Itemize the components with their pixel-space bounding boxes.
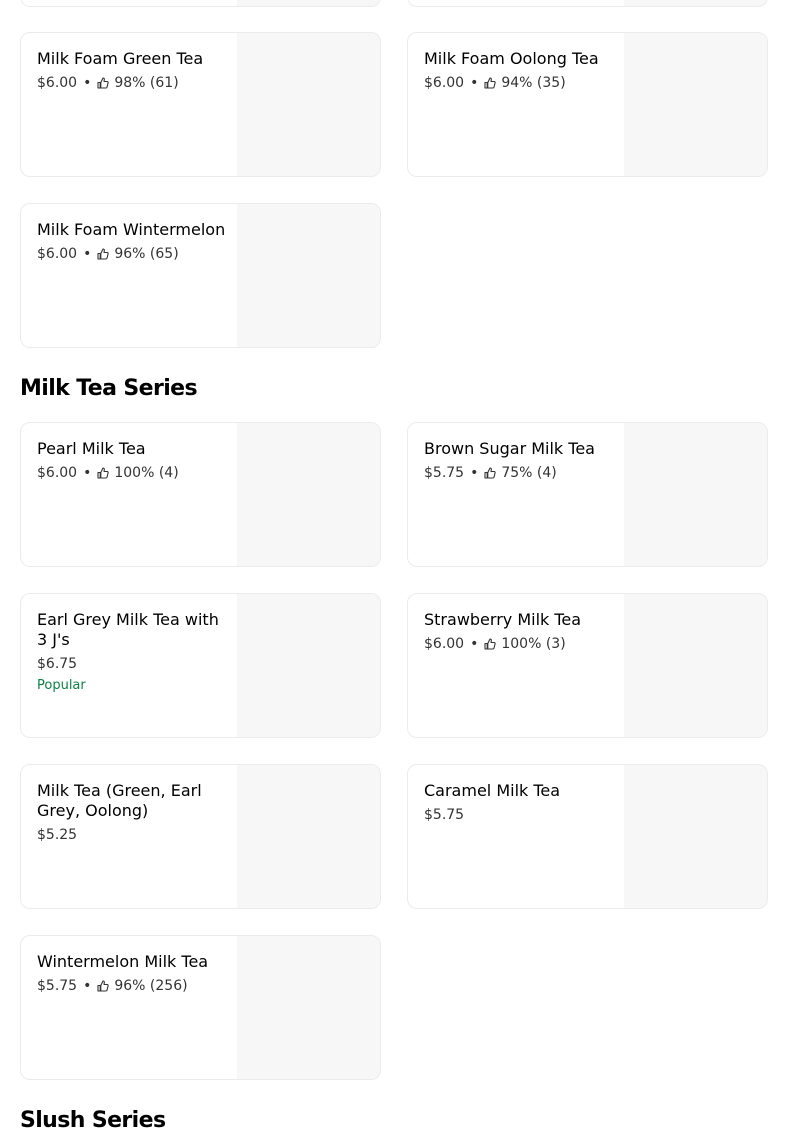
menu-item-price: $6.00: [37, 246, 78, 262]
menu-item-name: Wintermelon Milk Tea: [37, 952, 209, 971]
menu-item-name: Milk Foam Green Tea: [37, 49, 204, 68]
menu-item-name: Milk Foam Wintermelon: [37, 220, 226, 239]
menu-item-rating: 96% (256): [114, 978, 188, 994]
menu-item-meta: $5.75: [424, 806, 614, 824]
menu-item-image: [237, 204, 380, 347]
menu-item-card[interactable]: Milk Tea (Green, Earl Grey, Oolong) $5.2…: [20, 764, 381, 909]
thumbs-up-icon: [97, 467, 110, 479]
menu-item-meta: $6.00 • 100% (4): [37, 464, 227, 482]
menu-item-meta: $5.75 • 75% (4): [424, 464, 614, 482]
menu-item-image: [237, 765, 380, 908]
menu-item-name: Caramel Milk Tea: [424, 781, 561, 800]
menu-item-name: Milk Foam Oolong Tea: [424, 49, 599, 68]
menu-item-name: Pearl Milk Tea: [37, 439, 146, 458]
menu-item-image: [624, 0, 767, 6]
menu-item-card-partial[interactable]: [407, 0, 768, 7]
separator-dot: •: [83, 978, 92, 994]
menu-item-meta: $5.25: [37, 826, 227, 844]
menu-item-name: Earl Grey Milk Tea with 3 J's: [37, 610, 219, 649]
menu-item-meta: $6.00 • 94% (35): [424, 74, 614, 92]
separator-dot: •: [470, 636, 479, 652]
menu-item-image: [624, 33, 767, 176]
menu-item-card[interactable]: Wintermelon Milk Tea $5.75 • 96% (256): [20, 935, 381, 1080]
menu-item-price: $5.75: [424, 465, 465, 481]
menu-item-rating: 100% (3): [501, 636, 566, 652]
section-title-milk-tea: Milk Tea Series: [20, 376, 198, 401]
menu-item-card[interactable]: Milk Foam Green Tea $6.00 • 98% (61): [20, 32, 381, 177]
menu-item-price: $5.75: [37, 978, 78, 994]
menu-item-name: Milk Tea (Green, Earl Grey, Oolong): [37, 781, 202, 820]
menu-item-card[interactable]: Pearl Milk Tea $6.00 • 100% (4): [20, 422, 381, 567]
menu-item-price: $6.00: [424, 75, 465, 91]
separator-dot: •: [83, 465, 92, 481]
menu-item-price: $6.75: [37, 656, 78, 672]
popular-badge: Popular: [37, 678, 86, 693]
menu-item-image: [237, 33, 380, 176]
menu-item-image: [237, 0, 380, 6]
menu-item-card[interactable]: Milk Foam Oolong Tea $6.00 • 94% (35): [407, 32, 768, 177]
thumbs-up-icon: [484, 467, 497, 479]
menu-item-image: [624, 594, 767, 737]
menu-item-name: Strawberry Milk Tea: [424, 610, 582, 629]
menu-item-image: [237, 594, 380, 737]
menu-item-image: [624, 423, 767, 566]
thumbs-up-icon: [97, 77, 110, 89]
menu-item-image: [237, 423, 380, 566]
menu-item-rating: 75% (4): [501, 465, 557, 481]
menu-item-price: $5.75: [424, 807, 465, 823]
separator-dot: •: [470, 75, 479, 91]
menu-item-rating: 98% (61): [114, 75, 179, 91]
menu-item-card[interactable]: Brown Sugar Milk Tea $5.75 • 75% (4): [407, 422, 768, 567]
menu-item-card[interactable]: Earl Grey Milk Tea with 3 J's $6.75 Popu…: [20, 593, 381, 738]
menu-item-rating: 96% (65): [114, 246, 179, 262]
menu-item-meta: $5.75 • 96% (256): [37, 977, 227, 995]
menu-item-price: $5.25: [37, 827, 78, 843]
menu-item-card[interactable]: Strawberry Milk Tea $6.00 • 100% (3): [407, 593, 768, 738]
menu-item-price: $6.00: [37, 465, 78, 481]
menu-item-card-partial[interactable]: [20, 0, 381, 7]
menu-item-meta: $6.00 • 100% (3): [424, 635, 614, 653]
menu-item-name: Brown Sugar Milk Tea: [424, 439, 595, 458]
thumbs-up-icon: [97, 980, 110, 992]
menu-item-rating: 94% (35): [501, 75, 566, 91]
thumbs-up-icon: [484, 638, 497, 650]
menu-item-card[interactable]: Milk Foam Wintermelon $6.00 • 96% (65): [20, 203, 381, 348]
menu-item-price: $6.00: [424, 636, 465, 652]
separator-dot: •: [83, 246, 92, 262]
menu-item-price: $6.00: [37, 75, 78, 91]
thumbs-up-icon: [484, 77, 497, 89]
menu-item-meta: $6.00 • 96% (65): [37, 245, 227, 263]
separator-dot: •: [83, 75, 92, 91]
menu-item-meta: $6.75: [37, 655, 227, 673]
section-title-slush: Slush Series: [20, 1108, 166, 1133]
menu-item-meta: $6.00 • 98% (61): [37, 74, 227, 92]
menu-item-card[interactable]: Caramel Milk Tea $5.75: [407, 764, 768, 909]
menu-item-image: [624, 765, 767, 908]
thumbs-up-icon: [97, 248, 110, 260]
separator-dot: •: [470, 465, 479, 481]
menu-item-image: [237, 936, 380, 1079]
menu-item-rating: 100% (4): [114, 465, 179, 481]
